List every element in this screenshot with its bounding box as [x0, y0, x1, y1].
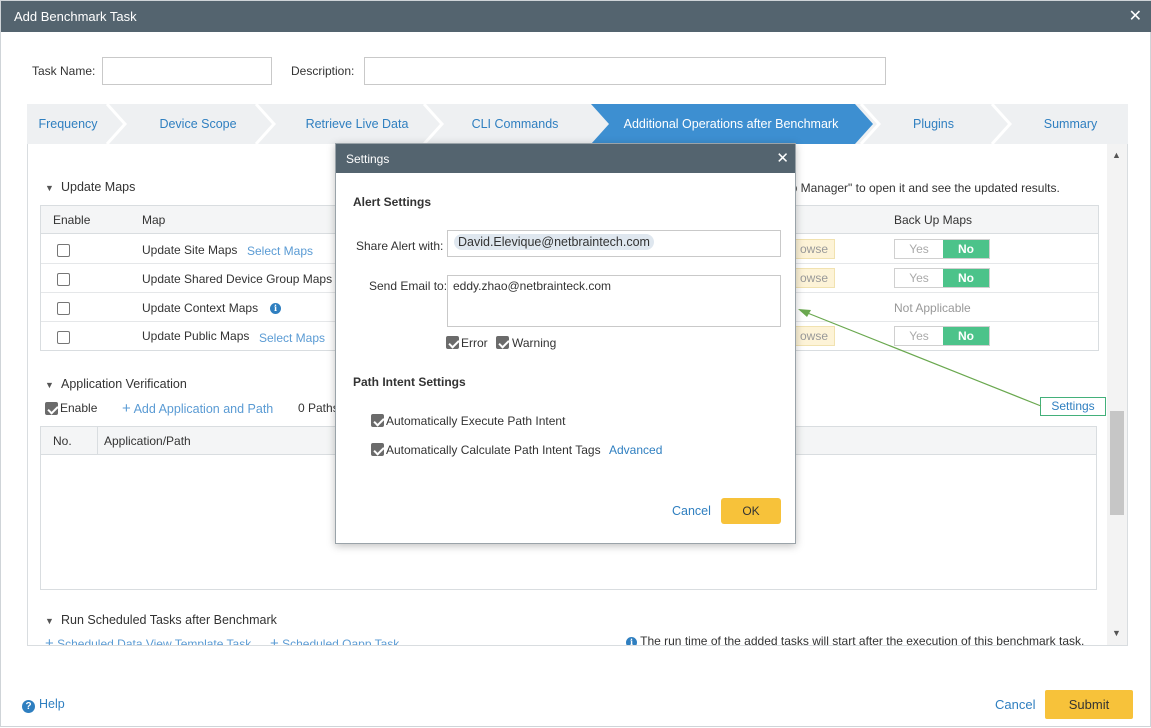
- scheduled-note: i The run time of the added tasks will s…: [626, 634, 1084, 645]
- scroll-down-icon[interactable]: ▼: [1112, 628, 1121, 638]
- modal-ok-button[interactable]: OK: [721, 498, 781, 524]
- add-application-link[interactable]: + Add Application and Path: [122, 400, 273, 417]
- info-icon[interactable]: i: [270, 303, 281, 314]
- warning-checkbox[interactable]: [496, 336, 509, 349]
- toggle-no[interactable]: No: [943, 240, 989, 258]
- help-icon: ?: [22, 700, 35, 713]
- auto-calculate-label: Automatically Calculate Path Intent Tags: [386, 443, 601, 457]
- app-verification-heading[interactable]: ▼ Application Verification: [45, 377, 187, 391]
- step-retrieve-live-data[interactable]: Retrieve Live Data: [277, 104, 437, 144]
- auto-calculate-checkbox[interactable]: [371, 443, 384, 456]
- chevron-down-icon[interactable]: ▼: [45, 616, 55, 626]
- backup-toggle[interactable]: Yes No: [894, 239, 990, 259]
- wizard-stepper: Frequency Device Scope Retrieve Live Dat…: [27, 104, 1128, 144]
- share-alert-label: Share Alert with:: [356, 239, 444, 253]
- dialog-title: Add Benchmark Task: [14, 9, 137, 24]
- recipient-chip[interactable]: David.Elevique@netbraintech.com: [454, 234, 654, 250]
- backup-toggle[interactable]: Yes No: [894, 268, 990, 288]
- toggle-no[interactable]: No: [943, 327, 989, 345]
- toggle-no[interactable]: No: [943, 269, 989, 287]
- info-icon: i: [626, 637, 637, 645]
- dialog-titlebar: Add Benchmark Task ✕: [1, 1, 1151, 32]
- settings-modal: Settings ✕ Alert Settings Share Alert wi…: [335, 143, 796, 544]
- plus-icon: +: [270, 635, 279, 646]
- content-scrollbar[interactable]: ▲ ▼: [1107, 144, 1127, 645]
- plus-icon: +: [45, 635, 54, 646]
- send-email-label: Send Email to:: [369, 279, 448, 293]
- send-email-input[interactable]: eddy.zhao@netbrainteck.com: [447, 275, 781, 327]
- step-plugins[interactable]: Plugins: [881, 104, 986, 144]
- send-email-value: eddy.zhao@netbrainteck.com: [453, 279, 612, 293]
- advanced-link[interactable]: Advanced: [609, 443, 662, 457]
- toggle-yes[interactable]: Yes: [895, 240, 943, 258]
- step-cli-commands[interactable]: CLI Commands: [445, 104, 585, 144]
- select-maps-link[interactable]: Select Maps: [247, 244, 313, 258]
- share-alert-input[interactable]: David.Elevique@netbraintech.com: [447, 230, 781, 257]
- backup-not-applicable: Not Applicable: [894, 301, 971, 315]
- row-enable-checkbox[interactable]: [57, 302, 70, 315]
- close-icon[interactable]: ✕: [1129, 6, 1142, 26]
- browse-button[interactable]: owse: [793, 326, 835, 346]
- row-enable-checkbox[interactable]: [57, 273, 70, 286]
- paths-count: 0 Paths: [298, 401, 339, 415]
- error-label: Error: [461, 336, 488, 350]
- app-verification-enable-label: Enable: [60, 401, 98, 415]
- description-input[interactable]: [364, 57, 886, 85]
- plus-icon: +: [122, 400, 131, 417]
- scheduled-qapp-link[interactable]: + Scheduled Qapp Task: [270, 635, 399, 646]
- scroll-up-icon[interactable]: ▲: [1112, 150, 1121, 160]
- task-name-input[interactable]: [102, 57, 272, 85]
- row-map-name: Update Shared Device Group Maps: [142, 272, 333, 286]
- col-map: Map: [142, 213, 166, 227]
- scheduled-dataview-link[interactable]: + Scheduled Data View Template Task: [45, 635, 251, 646]
- modal-title: Settings: [346, 152, 390, 166]
- row-enable-checkbox[interactable]: [57, 331, 70, 344]
- row-map-name: Update Site Maps: [142, 243, 238, 257]
- auto-execute-label: Automatically Execute Path Intent: [386, 414, 566, 428]
- toggle-yes[interactable]: Yes: [895, 269, 943, 287]
- modal-titlebar: Settings ✕: [336, 144, 795, 173]
- step-device-scope[interactable]: Device Scope: [127, 104, 269, 144]
- update-maps-hint: e Map Manager" to open it and see the up…: [764, 181, 1060, 195]
- col-backup: Back Up Maps: [894, 213, 973, 227]
- app-verification-settings-button[interactable]: Settings: [1040, 397, 1106, 416]
- help-link[interactable]: ? Help: [22, 697, 65, 713]
- scrollbar-thumb[interactable]: [1110, 411, 1124, 515]
- alert-settings-heading: Alert Settings: [353, 195, 432, 209]
- browse-button[interactable]: owse: [793, 239, 835, 259]
- warning-label: Warning: [512, 336, 557, 350]
- chevron-down-icon[interactable]: ▼: [45, 183, 55, 193]
- submit-button[interactable]: Submit: [1045, 690, 1133, 719]
- error-checkbox[interactable]: [446, 336, 459, 349]
- path-intent-heading: Path Intent Settings: [353, 375, 466, 389]
- add-benchmark-dialog: Add Benchmark Task ✕ Task Name: Descript…: [0, 0, 1151, 727]
- step-frequency[interactable]: Frequency: [27, 104, 109, 144]
- cancel-button[interactable]: Cancel: [995, 697, 1035, 712]
- col-enable: Enable: [53, 213, 91, 227]
- description-label: Description:: [291, 64, 355, 78]
- scheduled-tasks-heading[interactable]: ▼ Run Scheduled Tasks after Benchmark: [45, 613, 277, 627]
- auto-execute-checkbox[interactable]: [371, 414, 384, 427]
- select-maps-link[interactable]: Select Maps: [259, 331, 325, 345]
- step-additional-operations[interactable]: Additional Operations after Benchmark: [611, 104, 851, 144]
- toggle-yes[interactable]: Yes: [895, 327, 943, 345]
- row-enable-checkbox[interactable]: [57, 244, 70, 257]
- col-application-path: Application/Path: [104, 434, 191, 448]
- step-summary[interactable]: Summary: [1013, 104, 1128, 144]
- app-verification-enable-checkbox[interactable]: [45, 402, 58, 415]
- backup-toggle[interactable]: Yes No: [894, 326, 990, 346]
- row-map-name: Update Public Maps: [142, 329, 250, 343]
- row-map-name: Update Context Maps: [142, 301, 259, 315]
- browse-button[interactable]: owse: [793, 268, 835, 288]
- close-icon[interactable]: ✕: [776, 149, 789, 167]
- modal-cancel-button[interactable]: Cancel: [672, 504, 711, 518]
- col-no: No.: [53, 434, 72, 448]
- chevron-down-icon[interactable]: ▼: [45, 380, 55, 390]
- update-maps-heading[interactable]: ▼ Update Maps: [45, 180, 135, 194]
- task-name-label: Task Name:: [32, 64, 96, 78]
